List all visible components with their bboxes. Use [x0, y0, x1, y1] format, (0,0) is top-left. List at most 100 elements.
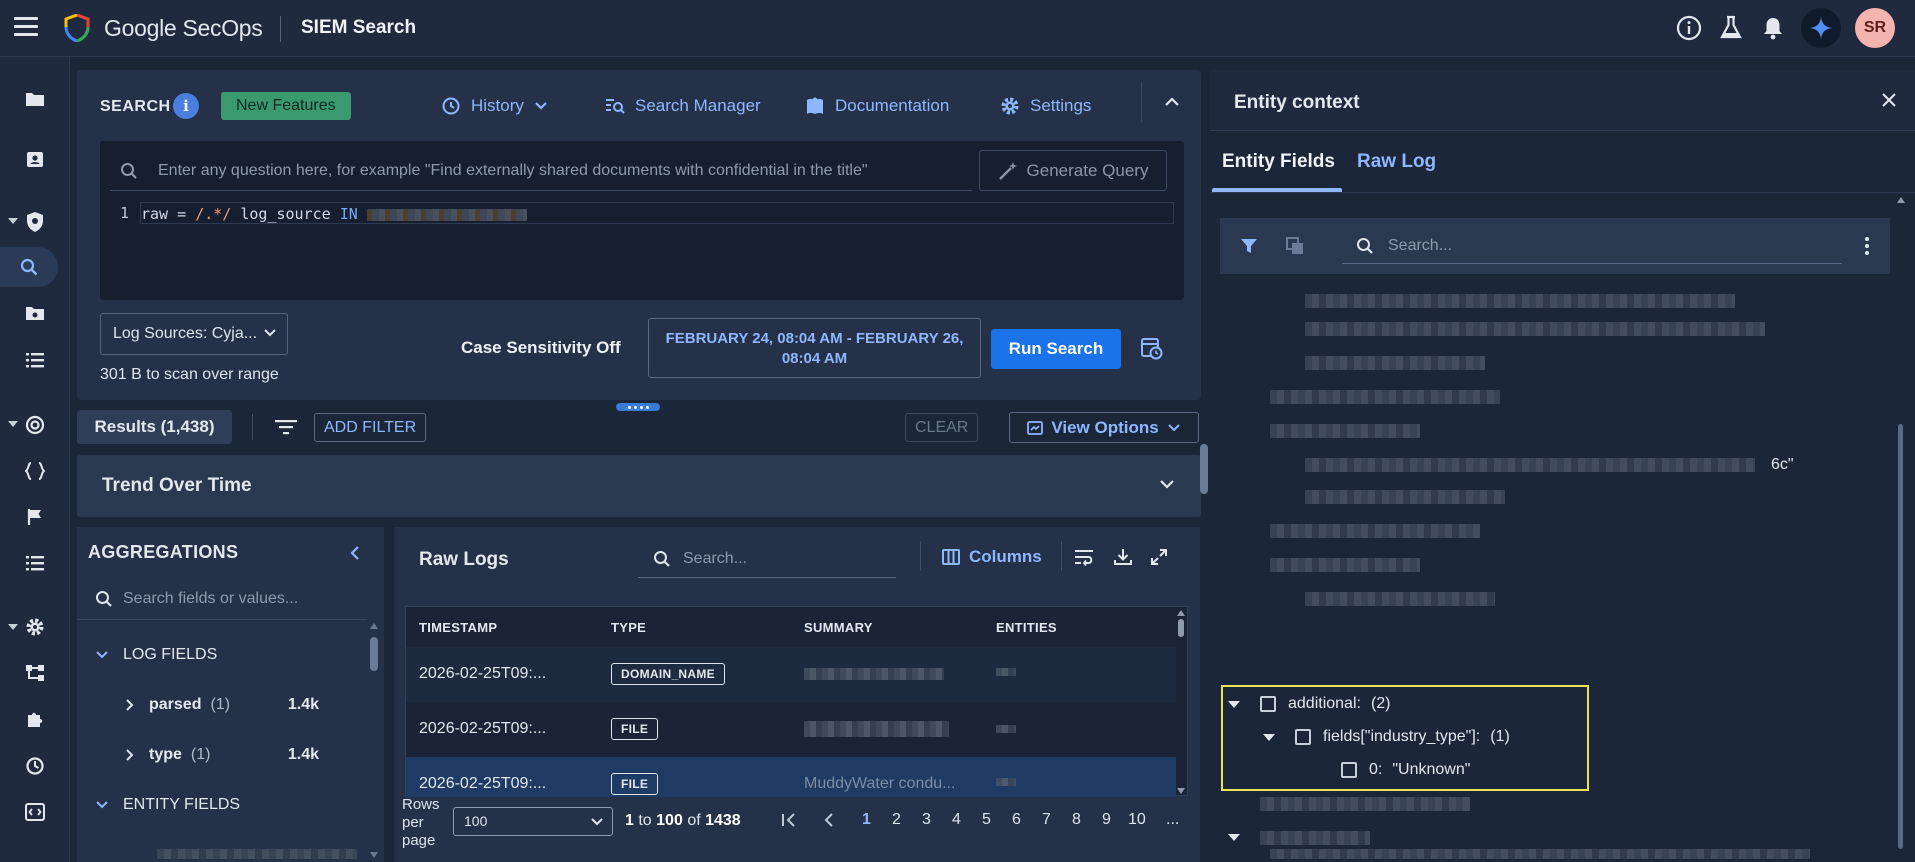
collapse-search-button[interactable] [1141, 82, 1201, 122]
clear-button[interactable]: CLEAR [905, 413, 979, 442]
results-tab[interactable]: Results (1,438) [77, 410, 232, 444]
new-features-button[interactable]: New Features [221, 92, 351, 120]
more-vert-icon[interactable] [1864, 236, 1870, 256]
query-code[interactable]: raw = /.*/ log_source IN [140, 202, 1174, 224]
nav-id-badge-icon[interactable] [0, 139, 70, 179]
date-range-button[interactable]: FEBRUARY 24, 08:04 AM - FEBRUARY 26, 08:… [648, 318, 981, 378]
nav-threat-radar-icon[interactable] [0, 405, 70, 445]
gemini-sparkle-icon[interactable] [1801, 8, 1841, 48]
chevron-left-icon[interactable] [350, 545, 360, 561]
checkbox[interactable] [1295, 729, 1311, 745]
nav-saved-searches-icon[interactable] [0, 293, 70, 333]
column-header-summary[interactable]: SUMMARY [804, 607, 873, 647]
page-number[interactable]: 7 [1042, 811, 1051, 829]
caret-down-icon[interactable] [1263, 733, 1275, 741]
nav-search-icon[interactable] [0, 247, 58, 287]
page-number[interactable]: 5 [982, 811, 991, 829]
page-number[interactable]: 2 [892, 811, 901, 829]
nav-flag-icon[interactable] [0, 497, 70, 537]
settings-button[interactable]: Settings [1000, 96, 1091, 116]
tree-node-fields[interactable]: fields["industry_type"]: (1) [1263, 725, 1510, 749]
log-sources-select[interactable]: Log Sources: Cyja... [100, 313, 288, 355]
trend-over-time-panel[interactable]: Trend Over Time [77, 455, 1201, 517]
aggregation-item[interactable]: type (1) 1.4k [77, 737, 367, 773]
column-header-timestamp[interactable]: TIMESTAMP [419, 607, 497, 647]
search-manager-button[interactable]: Search Manager [605, 96, 761, 116]
log-fields-section[interactable]: LOG FIELDS [77, 637, 367, 673]
columns-button[interactable]: Columns [942, 547, 1042, 567]
view-options-button[interactable]: View Options [1009, 412, 1199, 443]
tab-raw-log[interactable]: Raw Log [1357, 151, 1436, 173]
history-clock-icon [442, 97, 460, 115]
chevron-down-icon[interactable] [1159, 479, 1175, 489]
tree-node-additional[interactable]: additional: (2) [1228, 692, 1391, 716]
history-button[interactable]: History [441, 96, 548, 116]
prev-page-icon[interactable] [818, 809, 840, 831]
close-icon[interactable] [1881, 92, 1897, 108]
nav-detection-shield-icon[interactable] [0, 202, 70, 242]
table-row[interactable]: 2026-02-25T09:... FILE MuddyWater condu.… [406, 757, 1176, 797]
caret-down-icon[interactable] [1228, 834, 1240, 841]
page-number-current[interactable]: 1 [862, 811, 871, 829]
nav-connections-icon[interactable] [0, 653, 70, 693]
notifications-bell-icon[interactable] [1759, 14, 1787, 42]
chevron-down-icon [264, 329, 276, 337]
nav-settings-gear-icon[interactable] [0, 607, 70, 647]
generate-query-button[interactable]: Generate Query [979, 150, 1167, 191]
table-scrollbar[interactable] [1176, 609, 1186, 795]
page-number[interactable]: 8 [1072, 811, 1081, 829]
raw-logs-search-input[interactable]: Search... [638, 540, 896, 578]
aggregations-scrollbar[interactable] [370, 623, 378, 858]
nav-code-editor-icon[interactable] [0, 792, 70, 832]
menu-icon[interactable] [14, 17, 38, 37]
rows-per-page-select[interactable]: 100 [453, 807, 613, 836]
nav-extensions-puzzle-icon[interactable] [0, 699, 70, 739]
search-info-icon[interactable]: i [173, 93, 199, 119]
vertical-scrollbar[interactable] [1200, 444, 1208, 494]
page-number[interactable]: 10 [1128, 811, 1146, 829]
nav-rules-list-icon[interactable] [0, 543, 70, 583]
checkbox[interactable] [1341, 762, 1357, 778]
aggregations-search-input[interactable]: Search fields or values... [95, 583, 365, 615]
add-filter-button[interactable]: ADD FILTER [314, 413, 427, 442]
filter-lines-icon[interactable] [275, 418, 297, 436]
wrap-text-icon[interactable] [1074, 548, 1094, 566]
natural-language-input[interactable]: Enter any question here, for example "Fi… [110, 151, 972, 191]
checkbox[interactable] [1260, 696, 1276, 712]
entity-fields-section[interactable]: ENTITY FIELDS [77, 787, 367, 823]
copy-icon[interactable] [1286, 237, 1304, 255]
query-code-line[interactable]: 1 raw = /.*/ log_source IN [100, 202, 1184, 224]
column-header-entities[interactable]: ENTITIES [996, 607, 1057, 647]
entity-search-input[interactable]: Search... [1342, 228, 1842, 264]
first-page-icon[interactable] [778, 809, 800, 831]
page-number[interactable]: 6 [1012, 811, 1021, 829]
documentation-button[interactable]: Documentation [805, 96, 949, 116]
run-search-button[interactable]: Run Search [991, 329, 1121, 369]
table-row[interactable]: 2026-02-25T09:... FILE [406, 702, 1176, 757]
column-header-type[interactable]: TYPE [611, 607, 646, 647]
more-pages[interactable]: ... [1166, 811, 1179, 829]
secops-logo-icon [64, 14, 90, 42]
page-number[interactable]: 9 [1102, 811, 1111, 829]
download-icon[interactable] [1114, 548, 1132, 566]
entity-scrollbar[interactable] [1893, 194, 1909, 862]
schedule-search-icon[interactable] [1141, 336, 1163, 360]
page-number[interactable]: 3 [922, 811, 931, 829]
tree-node-value[interactable]: 0: "Unknown" [1341, 758, 1470, 782]
columns-icon [942, 549, 960, 565]
filter-icon[interactable] [1240, 237, 1258, 255]
nav-list-icon[interactable] [0, 340, 70, 380]
fullscreen-icon[interactable] [1150, 548, 1168, 566]
user-avatar[interactable]: SR [1855, 8, 1895, 48]
nav-history-icon[interactable] [0, 746, 70, 786]
aggregation-item[interactable]: parsed (1) 1.4k [77, 687, 367, 723]
nav-cases-folder-icon[interactable] [0, 79, 70, 119]
page-number[interactable]: 4 [952, 811, 961, 829]
info-icon[interactable] [1675, 14, 1703, 42]
labs-flask-icon[interactable] [1717, 14, 1745, 42]
nav-code-braces-icon[interactable] [0, 451, 70, 491]
tab-entity-fields[interactable]: Entity Fields [1222, 151, 1335, 173]
table-row[interactable]: 2026-02-25T09:... DOMAIN_NAME [406, 647, 1176, 702]
case-sensitivity-toggle[interactable]: Case Sensitivity Off [461, 338, 621, 358]
caret-down-icon[interactable] [1228, 700, 1240, 708]
